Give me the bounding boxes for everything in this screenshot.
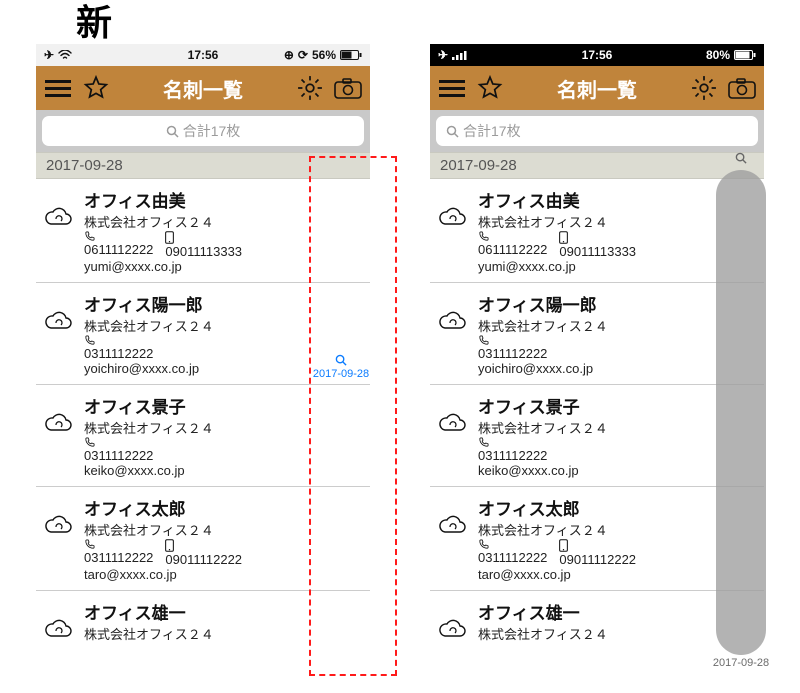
left-caption: 新 — [76, 0, 112, 46]
contact-tel: 0611112222 — [84, 231, 153, 259]
battery-icon — [340, 50, 362, 60]
star-icon[interactable] — [474, 72, 506, 104]
contact-tel: 0611112222 — [478, 231, 547, 259]
cloud-icon — [436, 495, 470, 537]
contact-company: 株式会社オフィス２４ — [84, 212, 364, 231]
contact-name: オフィス雄一 — [84, 599, 364, 624]
cloud-icon — [42, 393, 76, 435]
contact-tel: 0311112222 — [84, 437, 153, 463]
section-index[interactable]: 2017-09-28 — [312, 354, 370, 380]
contact-name: オフィス陽一郎 — [84, 291, 364, 316]
contact-tel: 0311112222 — [84, 539, 153, 567]
battery-percent: 80% — [706, 48, 730, 62]
contact-tel: 0311112222 — [478, 335, 547, 361]
phone-right: ✈︎ 17:56 80% 名刺一覧 — [430, 44, 764, 676]
contact-tel: 0311112222 — [84, 335, 153, 361]
cloud-icon — [42, 187, 76, 229]
contact-mobile: 09011113333 — [165, 231, 242, 259]
contact-email: taro@xxxx.co.jp — [84, 567, 364, 582]
contact-name: オフィス由美 — [84, 187, 364, 212]
contact-row[interactable]: オフィス由美株式会社オフィス２４0611112222 09011113333yum… — [36, 179, 370, 283]
signal-icon — [452, 50, 468, 60]
battery-icon — [734, 50, 756, 60]
contact-row[interactable]: オフィス太郎株式会社オフィス２４0311112222 09011112222tar… — [36, 487, 370, 591]
search-icon — [446, 125, 459, 138]
contact-company: 株式会社オフィス２４ — [84, 316, 364, 335]
status-bar: ✈︎ 17:56 ⊕ ⟳ 56% — [36, 44, 370, 66]
nav-bar: 名刺一覧 — [36, 66, 370, 110]
contact-name: オフィス景子 — [84, 393, 364, 418]
gear-icon[interactable] — [688, 72, 720, 104]
airplane-icon: ✈︎ — [44, 48, 54, 62]
section-header: 2017-09-28 — [36, 152, 370, 179]
contact-list[interactable]: オフィス由美株式会社オフィス２４061111222209011113333yum… — [430, 179, 764, 651]
contact-tel: 0311112222 — [478, 539, 547, 567]
contact-row[interactable]: オフィス景子株式会社オフィス２４0311112222keiko@xxxx.co.… — [36, 385, 370, 487]
search-input[interactable]: 合計17枚 — [42, 116, 364, 146]
phone-left: ✈︎ 17:56 ⊕ ⟳ 56% 名刺一覧 — [36, 44, 370, 676]
search-icon — [735, 152, 747, 164]
status-bar: ✈︎ 17:56 80% — [430, 44, 764, 66]
contact-email: yumi@xxxx.co.jp — [84, 259, 364, 274]
scroll-indicator[interactable] — [716, 170, 766, 655]
contact-email: keiko@xxxx.co.jp — [84, 463, 364, 478]
contact-company: 株式会社オフィス２４ — [84, 520, 364, 539]
wifi-icon — [58, 50, 72, 60]
contact-mobile: 09011112222 — [165, 539, 242, 567]
camera-icon[interactable] — [332, 72, 364, 104]
contact-mobile: 09011113333 — [559, 231, 636, 259]
search-icon — [166, 125, 179, 138]
contact-row[interactable]: オフィス雄一株式会社オフィス２４ — [36, 591, 370, 651]
camera-icon[interactable] — [726, 72, 758, 104]
cloud-icon — [42, 291, 76, 333]
cloud-icon — [42, 495, 76, 537]
contact-name: オフィス太郎 — [84, 495, 364, 520]
contact-row[interactable]: オフィス雄一株式会社オフィス２４ — [430, 591, 764, 651]
scroll-date-label: 2017-09-28 — [706, 657, 776, 669]
index-date: 2017-09-28 — [313, 368, 369, 380]
search-icon — [335, 354, 347, 366]
contact-company: 株式会社オフィス２４ — [84, 418, 364, 437]
gear-icon[interactable] — [294, 72, 326, 104]
section-header: 2017-09-28 — [430, 152, 764, 179]
contact-row[interactable]: オフィス太郎株式会社オフィス２４031111222209011112222tar… — [430, 487, 764, 591]
contact-tel: 0311112222 — [478, 437, 547, 463]
cloud-icon — [42, 599, 76, 641]
contact-mobile: 09011112222 — [559, 539, 636, 567]
alarm-icon: ⊕ — [284, 48, 294, 62]
contact-row[interactable]: オフィス陽一郎株式会社オフィス２４0311112222yoichiro@xxxx… — [430, 283, 764, 385]
cloud-icon — [436, 187, 470, 229]
search-wrap: 合計17枚 — [430, 110, 764, 152]
search-wrap: 合計17枚 — [36, 110, 370, 152]
cloud-icon — [436, 393, 470, 435]
contact-list[interactable]: オフィス由美株式会社オフィス２４061111222209011113333yum… — [36, 179, 370, 651]
star-icon[interactable] — [80, 72, 112, 104]
rotation-lock-icon: ⟳ — [298, 48, 308, 62]
contact-company: 株式会社オフィス２４ — [84, 624, 364, 643]
search-placeholder: 合計17枚 — [463, 121, 521, 141]
cloud-icon — [436, 599, 470, 641]
cloud-icon — [436, 291, 470, 333]
airplane-icon: ✈︎ — [438, 48, 448, 62]
menu-icon[interactable] — [42, 72, 74, 104]
menu-icon[interactable] — [436, 72, 468, 104]
contact-row[interactable]: オフィス景子株式会社オフィス２４0311112222keiko@xxxx.co.… — [430, 385, 764, 487]
search-placeholder: 合計17枚 — [183, 121, 241, 141]
nav-bar: 名刺一覧 — [430, 66, 764, 110]
contact-row[interactable]: オフィス由美株式会社オフィス２４061111222209011113333yum… — [430, 179, 764, 283]
battery-percent: 56% — [312, 48, 336, 62]
search-input[interactable]: 合計17枚 — [436, 116, 758, 146]
